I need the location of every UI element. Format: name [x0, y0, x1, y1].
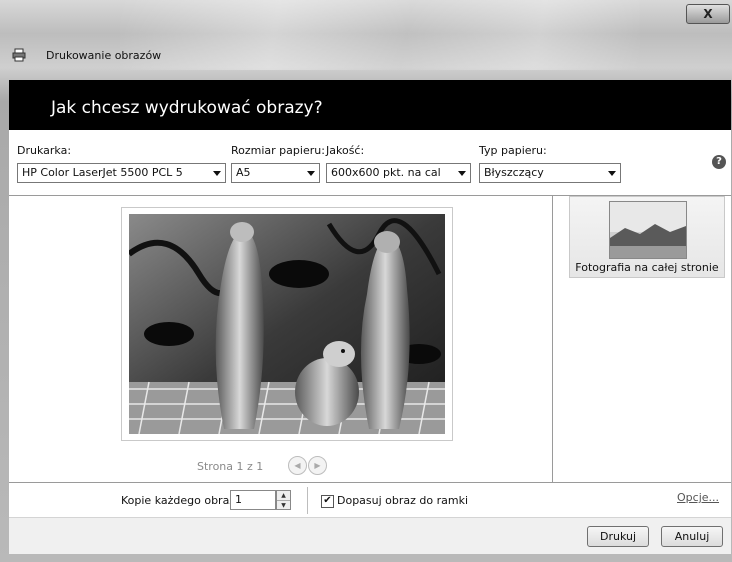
dialog-client-area: Jak chcesz wydrukować obrazy? Drukarka: …	[9, 80, 731, 554]
preview-page	[121, 207, 453, 441]
preview-photo	[129, 214, 445, 434]
copies-label: Kopie każdego obrazu:	[121, 494, 246, 507]
arrow-left-icon: ◀	[294, 461, 301, 470]
paper-type-label: Typ papieru:	[479, 144, 547, 157]
quality-label: Jakość:	[326, 144, 365, 157]
print-options-row: Drukarka: HP Color LaserJet 5500 PCL 5 R…	[9, 130, 731, 196]
cancel-button[interactable]: Anuluj	[661, 526, 723, 547]
stepper-up-icon[interactable]: ▲	[277, 491, 290, 501]
divider	[307, 487, 308, 514]
options-link[interactable]: Opcje...	[677, 491, 719, 504]
chevron-down-icon	[458, 171, 466, 176]
header-band: Jak chcesz wydrukować obrazy?	[9, 80, 731, 130]
chevron-down-icon	[307, 171, 315, 176]
stepper-down-icon[interactable]: ▼	[277, 501, 290, 510]
preview-pane: Strona 1 z 1 ◀ ▶	[9, 196, 552, 482]
page-indicator: Strona 1 z 1	[197, 460, 264, 473]
paper-size-select[interactable]: A5	[231, 163, 320, 183]
arrow-right-icon: ▶	[314, 461, 321, 470]
chevron-down-icon	[213, 171, 221, 176]
fit-to-frame-label[interactable]: Dopasuj obraz do ramki	[337, 494, 468, 507]
landscape-thumbnail-icon	[609, 201, 687, 259]
layout-item-label: Fotografia na całej stronie	[575, 261, 719, 274]
quality-select-value: 600x600 pkt. na cal	[331, 166, 441, 179]
page-title: Jak chcesz wydrukować obrazy?	[51, 98, 323, 118]
print-button[interactable]: Drukuj	[587, 526, 649, 547]
paper-type-select[interactable]: Błyszczący	[479, 163, 621, 183]
printer-label: Drukarka:	[17, 144, 72, 157]
paper-type-select-value: Błyszczący	[484, 166, 544, 179]
copies-row: Kopie każdego obrazu: 1 ▲ ▼ ✔ Dopasuj ob…	[9, 482, 731, 518]
paper-size-label: Rozmiar papieru:	[231, 144, 325, 157]
next-page-button[interactable]: ▶	[308, 456, 327, 475]
dialog-footer: Drukuj Anuluj	[9, 517, 731, 554]
quality-select[interactable]: 600x600 pkt. na cal	[326, 163, 471, 183]
help-icon[interactable]: ?	[712, 155, 726, 169]
prev-page-button[interactable]: ◀	[288, 456, 307, 475]
copies-stepper[interactable]: ▲ ▼	[276, 490, 291, 510]
chevron-down-icon	[608, 171, 616, 176]
close-button[interactable]: X	[686, 4, 730, 24]
printer-icon	[12, 48, 26, 62]
printer-select-value: HP Color LaserJet 5500 PCL 5	[22, 166, 183, 179]
fit-to-frame-checkbox[interactable]: ✔	[321, 495, 334, 508]
layout-item-full-page[interactable]: Fotografia na całej stronie	[569, 196, 725, 278]
copies-input[interactable]: 1	[230, 490, 276, 510]
layout-list: Fotografia na całej stronie	[552, 196, 731, 482]
printer-select[interactable]: HP Color LaserJet 5500 PCL 5	[17, 163, 226, 183]
paper-size-select-value: A5	[236, 166, 251, 179]
window-title: Drukowanie obrazów	[46, 49, 162, 62]
